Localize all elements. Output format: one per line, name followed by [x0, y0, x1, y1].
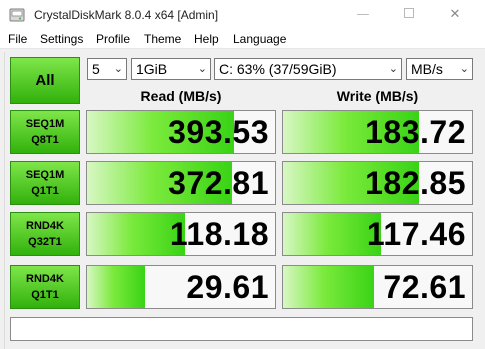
chevron-down-icon: ⌄ [388, 62, 398, 75]
test-count-value: 5 [92, 61, 100, 77]
read-result-seq1m-q8t1: 393.53 [86, 110, 276, 154]
comment-input[interactable] [10, 317, 473, 341]
read-value: 393.53 [168, 114, 269, 150]
write-value: 72.61 [383, 269, 466, 305]
write-result-rnd4k-q1t1: 72.61 [282, 265, 473, 309]
test-size-value: 1GiB [136, 61, 168, 77]
menu-bar: File Settings Profile Theme Help Languag… [0, 30, 485, 49]
window-title: CrystalDiskMark 8.0.4 x64 [Admin] [34, 8, 219, 22]
menu-settings[interactable]: Settings [40, 32, 83, 46]
write-column-header: Write (MB/s) [336, 88, 419, 104]
drive-value: C: 63% (37/59GiB) [219, 61, 337, 77]
read-result-rnd4k-q1t1: 29.61 [86, 265, 276, 309]
unit-value: MB/s [411, 61, 443, 77]
read-value: 118.18 [169, 216, 269, 252]
read-score-bar [87, 266, 146, 308]
test-count-select[interactable]: 5 ⌄ [87, 58, 127, 80]
test-queue: Q32T1 [28, 236, 62, 248]
menu-help[interactable]: Help [194, 32, 219, 46]
maximize-button[interactable] [386, 0, 432, 30]
menu-file[interactable]: File [8, 32, 27, 46]
test-queue: Q8T1 [31, 134, 59, 146]
test-rnd4k-q32t1-button[interactable]: RND4K Q32T1 [10, 212, 80, 256]
menu-language[interactable]: Language [233, 32, 286, 46]
menu-theme[interactable]: Theme [144, 32, 181, 46]
write-value: 182.85 [365, 165, 466, 201]
read-value: 29.61 [186, 269, 269, 305]
write-result-seq1m-q1t1: 182.85 [282, 161, 473, 205]
drive-select[interactable]: C: 63% (37/59GiB) ⌄ [214, 58, 402, 80]
read-result-rnd4k-q32t1: 118.18 [86, 212, 276, 256]
close-button[interactable]: ✕ [432, 0, 478, 30]
test-name: SEQ1M [25, 118, 65, 130]
test-queue: Q1T1 [31, 185, 59, 197]
write-value: 117.46 [366, 216, 466, 252]
chevron-down-icon: ⌄ [113, 62, 123, 75]
test-seq1m-q1t1-button[interactable]: SEQ1M Q1T1 [10, 161, 80, 205]
chevron-down-icon: ⌄ [197, 62, 207, 75]
read-result-seq1m-q1t1: 372.81 [86, 161, 276, 205]
test-rnd4k-q1t1-button[interactable]: RND4K Q1T1 [10, 265, 80, 309]
menu-profile[interactable]: Profile [96, 32, 130, 46]
unit-select[interactable]: MB/s ⌄ [406, 58, 473, 80]
crystaldiskmark-icon [9, 8, 25, 22]
write-value: 183.72 [365, 114, 466, 150]
run-all-button[interactable]: All [10, 57, 80, 104]
test-name: RND4K [26, 273, 64, 285]
test-queue: Q1T1 [31, 289, 59, 301]
chevron-down-icon: ⌄ [459, 62, 469, 75]
write-score-bar [283, 266, 374, 308]
read-value: 372.81 [168, 165, 269, 201]
minimize-button[interactable]: — [340, 0, 386, 30]
title-bar: CrystalDiskMark 8.0.4 x64 [Admin] — ✕ [0, 0, 485, 30]
maximize-icon [404, 8, 414, 18]
test-size-select[interactable]: 1GiB ⌄ [131, 58, 211, 80]
read-column-header: Read (MB/s) [140, 88, 222, 104]
test-seq1m-q8t1-button[interactable]: SEQ1M Q8T1 [10, 110, 80, 154]
test-name: RND4K [26, 220, 64, 232]
write-result-seq1m-q8t1: 183.72 [282, 110, 473, 154]
test-name: SEQ1M [25, 169, 65, 181]
write-result-rnd4k-q32t1: 117.46 [282, 212, 473, 256]
